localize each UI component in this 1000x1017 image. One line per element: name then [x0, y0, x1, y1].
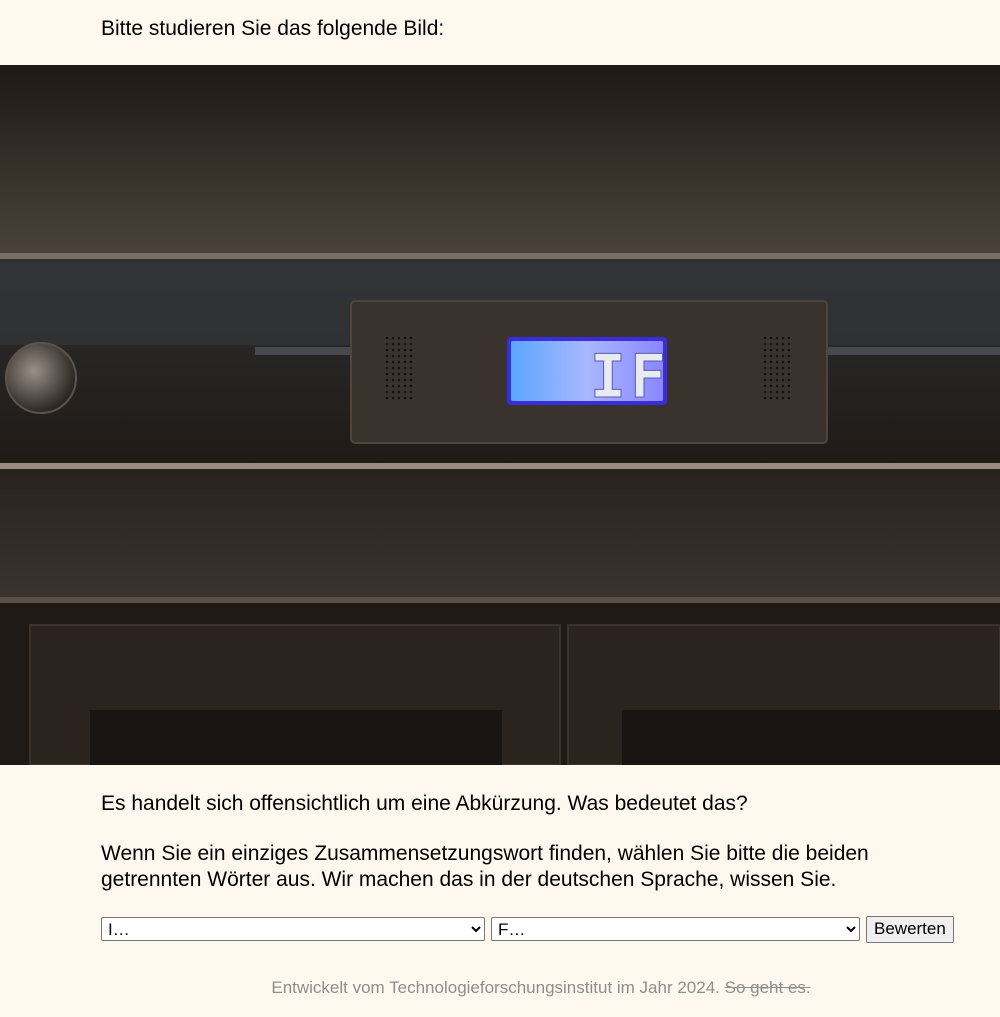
top-panel	[0, 65, 1000, 257]
speaker-grille-right	[760, 337, 790, 401]
footer-text: Entwickelt vom Technologieforschungsinst…	[271, 978, 720, 997]
lcd-text: IF	[590, 342, 670, 412]
question-text: Es handelt sich offensichtlich um eine A…	[101, 792, 748, 815]
answer-form: I… F… Bewerten	[101, 915, 954, 943]
fridge-display-photo: IF	[0, 65, 1000, 765]
speaker-grille-left	[385, 337, 415, 401]
second-word-select[interactable]: F…	[491, 917, 860, 941]
first-word-select[interactable]: I…	[101, 917, 485, 941]
how-it-works-link[interactable]: So geht es.	[725, 978, 811, 997]
evaluate-button[interactable]: Bewerten	[866, 915, 954, 943]
footer: Entwickelt vom Technologieforschungsinst…	[0, 977, 1000, 999]
intro-text: Bitte studieren Sie das folgende Bild:	[101, 17, 445, 40]
instruction-text: Wenn Sie ein einziges Zusammensetzungswo…	[101, 842, 869, 891]
